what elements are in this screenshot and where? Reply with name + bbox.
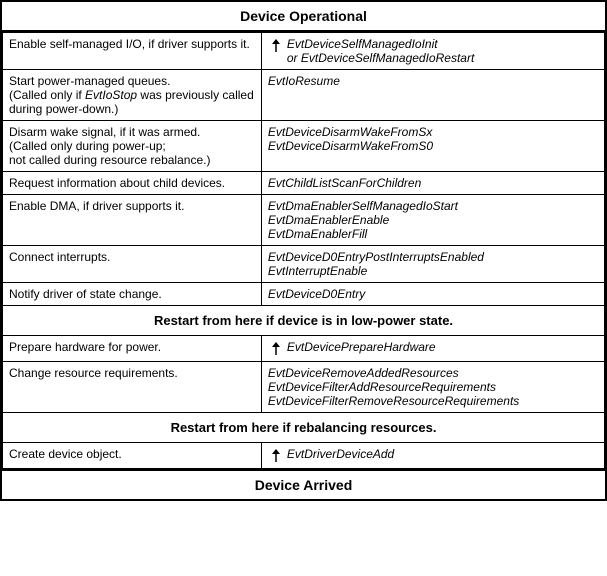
right-cell: EvtDeviceD0Entry xyxy=(261,283,604,306)
separator-cell: Restart from here if device is in low-po… xyxy=(3,306,605,336)
footer-title: Device Arrived xyxy=(2,469,605,499)
table-row: Request information about child devices.… xyxy=(3,172,605,195)
separator-cell: Restart from here if rebalancing resourc… xyxy=(3,413,605,443)
right-cell: EvtDmaEnablerSelfManagedIoStartEvtDmaEna… xyxy=(261,195,604,246)
right-cell: EvtDevicePrepareHardware xyxy=(261,336,604,362)
left-cell: Notify driver of state change. xyxy=(3,283,262,306)
left-cell: Create device object. xyxy=(3,443,262,469)
right-cell: EvtDriverDeviceAdd xyxy=(261,443,604,469)
right-cell: EvtChildListScanForChildren xyxy=(261,172,604,195)
table-row: Create device object. EvtDriverDeviceAdd xyxy=(3,443,605,469)
table-row: Start power-managed queues.(Called only … xyxy=(3,70,605,121)
left-cell: Connect interrupts. xyxy=(3,246,262,283)
separator-row: Restart from here if rebalancing resourc… xyxy=(3,413,605,443)
header-title: Device Operational xyxy=(2,2,605,32)
right-cell: EvtIoResume xyxy=(261,70,604,121)
table-row: Disarm wake signal, if it was armed.(Cal… xyxy=(3,121,605,172)
left-cell: Change resource requirements. xyxy=(3,362,262,413)
table-row: Connect interrupts.EvtDeviceD0EntryPostI… xyxy=(3,246,605,283)
left-cell: Enable DMA, if driver supports it. xyxy=(3,195,262,246)
left-cell: Disarm wake signal, if it was armed.(Cal… xyxy=(3,121,262,172)
table-row: Enable DMA, if driver supports it.EvtDma… xyxy=(3,195,605,246)
left-cell: Enable self-managed I/O, if driver suppo… xyxy=(3,33,262,70)
right-cell: EvtDeviceRemoveAddedResourcesEvtDeviceFi… xyxy=(261,362,604,413)
right-cell: EvtDeviceDisarmWakeFromSxEvtDeviceDisarm… xyxy=(261,121,604,172)
table-row: Enable self-managed I/O, if driver suppo… xyxy=(3,33,605,70)
main-table: Enable self-managed I/O, if driver suppo… xyxy=(2,32,605,469)
right-cell: EvtDeviceD0EntryPostInterruptsEnabledEvt… xyxy=(261,246,604,283)
table-row: Notify driver of state change.EvtDeviceD… xyxy=(3,283,605,306)
right-cell: EvtDeviceSelfManagedIoInitor EvtDeviceSe… xyxy=(261,33,604,70)
separator-row: Restart from here if device is in low-po… xyxy=(3,306,605,336)
table-row: Prepare hardware for power. EvtDevicePre… xyxy=(3,336,605,362)
table-row: Change resource requirements.EvtDeviceRe… xyxy=(3,362,605,413)
left-cell: Start power-managed queues.(Called only … xyxy=(3,70,262,121)
main-container: Device Operational Enable self-managed I… xyxy=(0,0,607,501)
left-cell: Prepare hardware for power. xyxy=(3,336,262,362)
left-cell: Request information about child devices. xyxy=(3,172,262,195)
